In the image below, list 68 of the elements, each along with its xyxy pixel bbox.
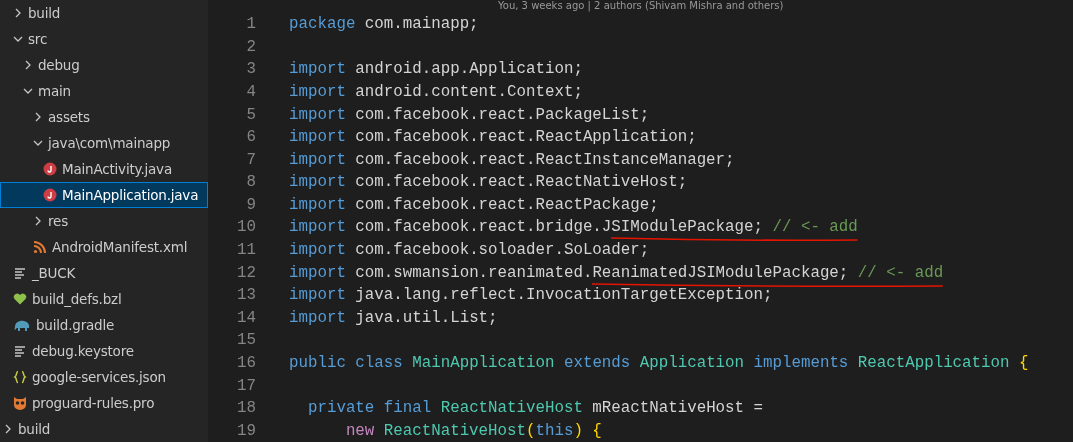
line-number: 13 (236, 286, 256, 305)
line-number: 8 (245, 173, 256, 192)
line-number: 6 (245, 128, 256, 147)
code-line: import android.app.Application; (289, 60, 583, 79)
line-number: 5 (245, 105, 256, 124)
file-item[interactable]: build_defs.bzl (0, 286, 208, 312)
rss-icon (33, 240, 47, 254)
folder-item[interactable]: debug (0, 52, 208, 78)
code-line: import com.facebook.react.ReactApplication; (289, 128, 697, 147)
code-line: import com.facebook.react.ReactNativeHost; (289, 173, 688, 192)
chevron-right-icon (33, 112, 43, 122)
code-line: import android.content.Context; (289, 82, 583, 101)
lines-icon (13, 266, 27, 280)
line-number: 16 (236, 354, 256, 373)
code-line: import com.facebook.react.bridge.JSIModulePackage; // <- add (289, 218, 858, 237)
folder-item[interactable]: main (0, 78, 208, 104)
file-item[interactable]: AndroidManifest.xml (0, 234, 208, 260)
chevron-down-icon (13, 34, 23, 44)
java-file-icon (43, 188, 57, 202)
chevron-right-icon (13, 8, 23, 18)
folder-item[interactable]: res (0, 208, 208, 234)
code-line: import com.facebook.react.ReactInstanceManager; (289, 150, 735, 169)
line-number: 7 (245, 150, 256, 169)
chevron-right-icon (33, 216, 43, 226)
chevron-right-icon (3, 424, 13, 434)
code-line: private final ReactNativeHost mReactNativeHost = (306, 399, 763, 418)
code-line: import com.facebook.soloader.SoLoader; (289, 241, 650, 260)
line-number: 9 (245, 195, 256, 214)
code-line: import com.facebook.react.PackageList; (289, 105, 650, 124)
line-number: 11 (236, 241, 256, 260)
line-number: 15 (236, 331, 256, 350)
chevron-down-icon (33, 138, 43, 148)
file-item[interactable]: MainActivity.java (0, 156, 208, 182)
code-line: import com.swmansion.reanimated.ReanimatedJSIModulePackage; // <- add (289, 263, 944, 282)
line-number: 14 (236, 308, 256, 327)
line-number: 18 (236, 399, 256, 418)
heart-icon (13, 292, 27, 306)
braces-icon (13, 370, 27, 384)
line-number: 10 (236, 218, 256, 237)
line-number: 2 (245, 37, 256, 56)
line-number: 4 (245, 82, 256, 101)
folder-item[interactable]: build (0, 416, 208, 442)
file-item[interactable]: build.gradle (0, 312, 208, 338)
file-item[interactable]: debug.keystore (0, 338, 208, 364)
folder-item[interactable]: build (0, 0, 208, 26)
line-number: 3 (245, 60, 256, 79)
line-number: 19 (236, 421, 256, 440)
folder-item[interactable]: src (0, 26, 208, 52)
code-line: import com.facebook.react.ReactPackage; (289, 195, 659, 214)
file-item[interactable]: google-services.json (0, 364, 208, 390)
file-item[interactable]: MainApplication.java (0, 182, 208, 208)
chevron-right-icon (23, 60, 33, 70)
line-number: 1 (245, 15, 256, 34)
file-item[interactable]: _BUCK (0, 260, 208, 286)
code-line: import java.lang.reflect.InvocationTargetException; (289, 286, 773, 305)
chevron-down-icon (23, 86, 33, 96)
code-line: package com.mainapp; (289, 15, 479, 34)
java-file-icon (43, 162, 57, 176)
code-line: import java.util.List; (289, 308, 498, 327)
code-line: public class MainApplication extends Application implements ReactApplication { (289, 354, 1029, 373)
line-number: 12 (236, 263, 256, 282)
codelens-text[interactable]: You, 3 weeks ago | 2 authors (Shivam Mishra and others) (498, 0, 784, 11)
lines-icon (13, 344, 27, 358)
line-number: 17 (236, 376, 256, 395)
file-item[interactable]: proguard-rules.pro (0, 390, 208, 416)
folder-item[interactable]: java\com\mainapp (0, 130, 208, 156)
folder-item[interactable]: assets (0, 104, 208, 130)
code-line: new ReactNativeHost(this) { (344, 421, 602, 440)
